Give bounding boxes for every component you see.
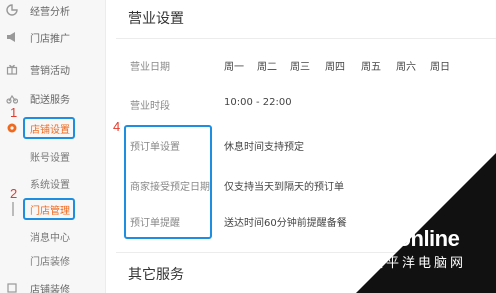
sidebar-subitem-label: 门店装修: [30, 256, 70, 268]
sidebar-item-label: 配送服务: [30, 94, 70, 106]
sidebar-item-label: 经营分析: [30, 6, 70, 18]
megaphone-icon: [6, 31, 18, 43]
page-title: 营业设置: [128, 11, 184, 27]
day-sunday[interactable]: 周日: [430, 58, 450, 73]
day-thursday[interactable]: 周四: [325, 58, 345, 73]
chart-icon: [6, 4, 18, 16]
preorder-settings-value[interactable]: 休息时间支持预定: [224, 138, 304, 153]
gear-icon: [6, 122, 18, 134]
sidebar-subitem-label: 系统设置: [30, 179, 70, 191]
day-friday[interactable]: 周五: [361, 58, 381, 73]
day-tuesday[interactable]: 周二: [257, 58, 277, 73]
highlight-box-store-settings: [23, 117, 75, 139]
sidebar-subitem-store-decoration[interactable]: 门店装修: [0, 250, 70, 270]
business-hours-label: 营业时段: [130, 101, 170, 112]
sidebar-item-label: 店铺装修: [30, 284, 70, 293]
sidebar-subitem-message-center[interactable]: 消息中心: [0, 226, 70, 246]
brush-icon: [6, 282, 18, 293]
annotation-number-2: 2: [10, 186, 18, 201]
watermark-logo: PConline: [368, 226, 460, 251]
sidebar-item-business-analysis[interactable]: 经营分析: [0, 0, 70, 20]
preorder-reminder-value[interactable]: 送达时间60分钟前提醒备餐: [224, 214, 347, 229]
watermark-corner: [356, 153, 496, 293]
sidebar-item-store-promotion[interactable]: 门店推广: [0, 27, 70, 47]
title-divider: [116, 38, 496, 39]
active-indicator: [12, 202, 14, 216]
highlight-box-store-management: [23, 198, 75, 220]
annotation-number-4: 4: [113, 119, 121, 134]
merchant-accept-date-value[interactable]: 仅支持当天到隔天的预订单: [224, 178, 344, 193]
sidebar-subitem-account-settings[interactable]: 账号设置: [0, 146, 70, 166]
sidebar: 经营分析 门店推广 营销活动 配送服务 店铺设置 账号设置 系统设置 门店管理 …: [0, 0, 106, 293]
annotation-number-1: 1: [10, 105, 18, 120]
day-monday[interactable]: 周一: [224, 58, 244, 73]
highlight-box-preorder-labels: [124, 125, 212, 239]
sidebar-item-shop-decoration[interactable]: 店铺装修: [0, 278, 70, 293]
delivery-icon: [6, 92, 18, 104]
day-wednesday[interactable]: 周三: [290, 58, 310, 73]
business-hours-value[interactable]: 10:00 - 22:00: [224, 97, 292, 108]
sidebar-item-label: 营销活动: [30, 65, 70, 77]
sidebar-item-marketing[interactable]: 营销活动: [0, 59, 70, 79]
business-days-label: 营业日期: [130, 62, 170, 73]
gift-icon: [6, 63, 18, 75]
other-services-title: 其它服务: [128, 267, 184, 283]
day-saturday[interactable]: 周六: [396, 58, 416, 73]
sidebar-subitem-label: 账号设置: [30, 152, 70, 164]
watermark-subtitle: 太平洋电脑网: [370, 256, 467, 271]
sidebar-subitem-label: 消息中心: [30, 232, 70, 244]
sidebar-item-label: 门店推广: [30, 33, 70, 45]
